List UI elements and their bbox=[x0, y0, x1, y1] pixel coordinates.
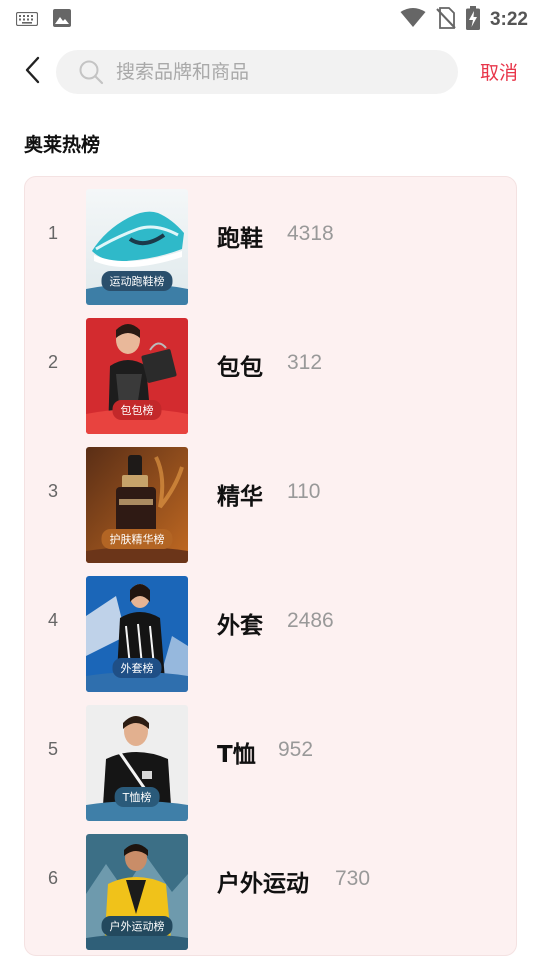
ranking-item-3[interactable]: 3 护肤精华榜 精华 110 bbox=[25, 435, 516, 563]
serum-bottle-thumbnail[interactable]: 护肤精华榜 bbox=[86, 447, 188, 563]
wifi-icon bbox=[400, 8, 426, 32]
thumbnail-tag: 外套榜 bbox=[112, 658, 162, 678]
ranking-count: 312 bbox=[287, 351, 323, 374]
ranking-list: 1 运动跑鞋榜 跑鞋 4318 2 包包榜 包包 312 3 护肤精华榜 精华 … bbox=[24, 176, 517, 956]
status-left bbox=[15, 8, 72, 32]
ranking-count: 2486 bbox=[287, 609, 334, 632]
ranking-item-4[interactable]: 4 外套榜 外套 2486 bbox=[25, 564, 516, 692]
ranking-item-6[interactable]: 6 户外运动榜 户外运动 730 bbox=[25, 822, 516, 950]
back-button[interactable] bbox=[14, 54, 50, 90]
clock: 3:22 bbox=[489, 9, 528, 30]
outdoor-model-thumbnail[interactable]: 户外运动榜 bbox=[86, 834, 188, 950]
running-shoe-thumbnail[interactable]: 运动跑鞋榜 bbox=[86, 189, 188, 305]
handbag-model-thumbnail[interactable]: 包包榜 bbox=[86, 318, 188, 434]
ranking-name: 跑鞋 bbox=[217, 226, 263, 252]
tshirt-model-thumbnail[interactable]: T恤榜 bbox=[86, 705, 188, 821]
image-icon bbox=[52, 8, 72, 32]
chevron-left-icon bbox=[24, 56, 40, 88]
status-bar: 3:22 bbox=[0, 0, 540, 36]
search-input[interactable] bbox=[116, 61, 416, 83]
section-title: 奥莱热榜 bbox=[24, 134, 101, 156]
thumbnail-tag: 户外运动榜 bbox=[101, 916, 173, 936]
thumbnail-tag: 护肤精华榜 bbox=[101, 529, 173, 549]
rank-number: 6 bbox=[47, 868, 58, 888]
rank-number: 2 bbox=[47, 352, 58, 372]
rank-number: 4 bbox=[47, 610, 58, 630]
ranking-name: 精华 bbox=[217, 484, 263, 510]
rank-number: 1 bbox=[47, 223, 58, 243]
search-box[interactable] bbox=[56, 50, 458, 94]
ranking-count: 4318 bbox=[287, 222, 334, 245]
cancel-button[interactable]: 取消 bbox=[480, 58, 518, 85]
no-sim-icon bbox=[436, 7, 456, 33]
rank-number: 3 bbox=[47, 481, 58, 501]
ranking-name: 包包 bbox=[217, 355, 263, 381]
status-right: 3:22 bbox=[400, 6, 528, 34]
keyboard-icon bbox=[15, 11, 39, 30]
battery-charging-icon bbox=[465, 6, 480, 34]
search-header: 取消 bbox=[0, 48, 540, 96]
thumbnail-tag: 包包榜 bbox=[112, 400, 162, 420]
ranking-item-1[interactable]: 1 运动跑鞋榜 跑鞋 4318 bbox=[25, 177, 516, 305]
rank-number: 5 bbox=[47, 739, 58, 759]
jacket-model-thumbnail[interactable]: 外套榜 bbox=[86, 576, 188, 692]
ranking-count: 110 bbox=[287, 480, 321, 503]
search-icon bbox=[78, 59, 104, 85]
ranking-item-2[interactable]: 2 包包榜 包包 312 bbox=[25, 306, 516, 434]
ranking-count: 730 bbox=[335, 867, 371, 890]
thumbnail-tag: T恤榜 bbox=[114, 787, 160, 807]
ranking-name: 户外运动 bbox=[217, 871, 309, 897]
thumbnail-tag: 运动跑鞋榜 bbox=[101, 271, 173, 291]
ranking-name: T恤 bbox=[217, 742, 256, 768]
ranking-count: 952 bbox=[278, 738, 314, 761]
ranking-item-5[interactable]: 5 T恤榜 T恤 952 bbox=[25, 693, 516, 821]
ranking-name: 外套 bbox=[217, 613, 263, 639]
